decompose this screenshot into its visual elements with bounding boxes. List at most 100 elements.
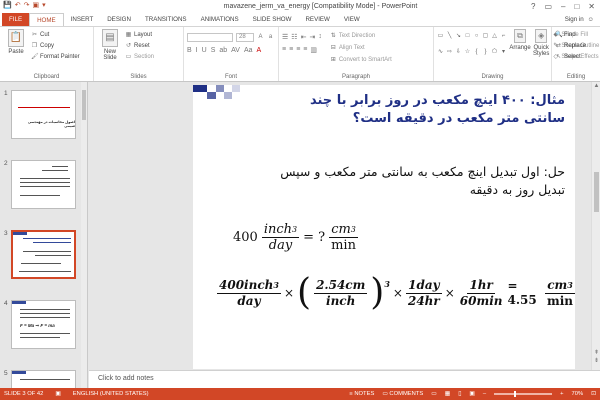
layout-button[interactable]: ▦ Layout bbox=[125, 30, 154, 40]
next-slide-icon[interactable]: ⇟ bbox=[592, 357, 600, 364]
right-arrow-shape-icon[interactable]: ⇨ bbox=[446, 49, 453, 56]
align-text-button[interactable]: ⊟ Align Text bbox=[330, 43, 392, 53]
thumbnail-scrollbar[interactable] bbox=[81, 82, 87, 388]
bullets-icon[interactable]: ☰ bbox=[282, 33, 288, 41]
slide-scrollbar[interactable]: ▲ ⇞ ⇟ bbox=[591, 82, 600, 370]
scroll-up-icon[interactable]: ▲ bbox=[592, 83, 600, 89]
font-color-icon[interactable]: A bbox=[257, 47, 262, 54]
zoom-level[interactable]: 70% bbox=[572, 391, 584, 397]
align-center-icon[interactable]: ≡ bbox=[289, 46, 293, 54]
font-name-input[interactable] bbox=[187, 33, 233, 42]
slide-thumbnail-2[interactable] bbox=[11, 160, 76, 209]
normal-view-icon[interactable]: ▭ bbox=[431, 391, 436, 397]
align-right-icon[interactable]: ≡ bbox=[296, 46, 300, 54]
tab-animations[interactable]: ANIMATIONS bbox=[194, 13, 246, 26]
comments-toggle[interactable]: ▭ COMMENTS bbox=[382, 391, 423, 397]
sign-in-link[interactable]: Sign in ☺ bbox=[565, 13, 600, 26]
arrange-button[interactable]: ⧉ Arrange bbox=[509, 29, 531, 62]
case-icon[interactable]: Aa bbox=[244, 47, 253, 54]
slideshow-view-icon[interactable]: ▣ bbox=[469, 391, 474, 397]
convert-smartart-button[interactable]: ⊞ Convert to SmartArt bbox=[330, 55, 392, 65]
equation-question[interactable]: 400 inch3 day = ? cm3 min bbox=[233, 222, 358, 253]
find-button[interactable]: 🔍 Find bbox=[555, 30, 597, 40]
align-left-icon[interactable]: ≡ bbox=[282, 46, 286, 54]
line-shape-icon[interactable]: ╲ bbox=[446, 33, 453, 40]
tab-home[interactable]: HOME bbox=[29, 13, 64, 26]
slide-thumbnail-4[interactable]: F = Ma ⇒ F = ma bbox=[11, 300, 76, 349]
notes-toggle[interactable]: ≡ NOTES bbox=[349, 391, 374, 397]
arrow-shape-icon[interactable]: ↘ bbox=[455, 33, 462, 40]
decrease-indent-icon[interactable]: ⇤ bbox=[301, 33, 307, 41]
columns-icon[interactable]: ▥ bbox=[310, 46, 317, 54]
quick-styles-button[interactable]: ◈ Quick Styles bbox=[533, 29, 549, 62]
current-slide[interactable]: مثال: ۴۰۰ اینچ مکعب در روز برابر با چند … bbox=[193, 85, 575, 369]
prev-slide-icon[interactable]: ⇞ bbox=[592, 349, 600, 356]
italic-icon[interactable]: I bbox=[196, 47, 198, 54]
textbox-shape-icon[interactable]: ▭ bbox=[437, 33, 444, 40]
reading-view-icon[interactable]: ▯ bbox=[458, 391, 461, 397]
tab-slide-show[interactable]: SLIDE SHOW bbox=[246, 13, 299, 26]
line-spacing-icon[interactable]: ↕ bbox=[318, 33, 322, 41]
spacing-icon[interactable]: AV bbox=[231, 47, 240, 54]
brace-close-shape-icon[interactable]: } bbox=[482, 49, 489, 56]
tab-file[interactable]: FILE bbox=[2, 13, 30, 26]
replace-button[interactable]: ⇄ Replace bbox=[555, 41, 597, 51]
tab-review[interactable]: REVIEW bbox=[298, 13, 336, 26]
rect-shape-icon[interactable]: □ bbox=[464, 33, 471, 40]
numbering-icon[interactable]: ☷ bbox=[291, 33, 297, 41]
shadow-icon[interactable]: S bbox=[211, 47, 216, 54]
start-slideshow-icon[interactable]: ▣ bbox=[32, 1, 39, 11]
zoom-slider[interactable] bbox=[494, 391, 553, 397]
language-indicator[interactable]: ENGLISH (UNITED STATES) bbox=[73, 391, 149, 397]
reset-button[interactable]: ↺ Reset bbox=[125, 41, 154, 51]
thumbnail-scroll-thumb[interactable] bbox=[82, 90, 86, 120]
tab-insert[interactable]: INSERT bbox=[64, 13, 101, 26]
triangle-shape-icon[interactable]: △ bbox=[491, 33, 498, 40]
down-arrow-shape-icon[interactable]: ⇩ bbox=[455, 49, 462, 56]
equation-solution[interactable]: 400inch3 day × ( 2.54cm inch ) 3 × 1day 2… bbox=[217, 275, 575, 311]
pentagon-shape-icon[interactable]: ⬠ bbox=[491, 49, 498, 56]
more-shapes-icon[interactable]: ▾ bbox=[500, 49, 507, 56]
elbow-shape-icon[interactable]: ⌐ bbox=[500, 33, 507, 40]
shapes-gallery[interactable]: ▭ ╲ ↘ □ ○ ▢ △ ⌐ ∿ ⇨ ⇩ ☆ { } ⬠ ▾ bbox=[437, 33, 507, 62]
cut-button[interactable]: ✂ Cut bbox=[31, 30, 80, 40]
shrink-font-icon[interactable]: a bbox=[267, 34, 274, 41]
slide-thumbnail-1[interactable]: اصول محاسبات در مهندسی شیمی bbox=[11, 90, 76, 139]
notes-pane[interactable]: Click to add notes bbox=[89, 370, 600, 388]
slide-title[interactable]: مثال: ۴۰۰ اینچ مکعب در روز برابر با چند … bbox=[275, 92, 565, 128]
ribbon-display-icon[interactable]: ▭ bbox=[544, 2, 552, 11]
maximize-icon[interactable]: □ bbox=[574, 2, 579, 11]
redo-icon[interactable]: ↷ bbox=[24, 1, 30, 11]
save-icon[interactable]: 💾 bbox=[3, 1, 12, 11]
grow-font-icon[interactable]: A bbox=[257, 34, 264, 41]
star-shape-icon[interactable]: ☆ bbox=[464, 49, 471, 56]
fit-slide-icon[interactable]: ⊡ bbox=[591, 391, 596, 397]
rounded-rect-shape-icon[interactable]: ▢ bbox=[482, 33, 489, 40]
brace-shape-icon[interactable]: { bbox=[473, 49, 480, 56]
select-button[interactable]: ↖ Select bbox=[555, 52, 597, 62]
tab-view[interactable]: VIEW bbox=[337, 13, 367, 26]
zoom-slider-thumb[interactable] bbox=[514, 391, 517, 397]
minimize-icon[interactable]: – bbox=[561, 2, 565, 11]
oval-shape-icon[interactable]: ○ bbox=[473, 33, 480, 40]
proofing-icon[interactable]: ▣ bbox=[55, 391, 60, 397]
tab-design[interactable]: DESIGN bbox=[100, 13, 138, 26]
slide-sorter-icon[interactable]: ▦ bbox=[445, 391, 450, 397]
undo-icon[interactable]: ↶ bbox=[15, 1, 21, 11]
tab-transitions[interactable]: TRANSITIONS bbox=[138, 13, 194, 26]
slide-thumbnail-5[interactable] bbox=[11, 370, 76, 388]
copy-button[interactable]: ❐ Copy bbox=[31, 41, 80, 51]
bold-icon[interactable]: B bbox=[187, 47, 192, 54]
zoom-in-icon[interactable]: + bbox=[560, 391, 563, 397]
increase-indent-icon[interactable]: ⇥ bbox=[309, 33, 315, 41]
strikethrough-icon[interactable]: ab bbox=[219, 47, 227, 54]
underline-icon[interactable]: U bbox=[202, 47, 207, 54]
curve-shape-icon[interactable]: ∿ bbox=[437, 49, 444, 56]
zoom-out-icon[interactable]: – bbox=[483, 391, 486, 397]
font-size-input[interactable]: 28 bbox=[236, 33, 254, 42]
customize-qat-icon[interactable]: ▾ bbox=[42, 1, 46, 11]
section-button[interactable]: ▭ Section bbox=[125, 52, 154, 62]
slide-scroll-thumb[interactable] bbox=[594, 172, 599, 212]
format-painter-button[interactable]: 🖌 Format Painter bbox=[31, 52, 80, 62]
text-direction-button[interactable]: ⇅ Text Direction bbox=[330, 31, 392, 41]
